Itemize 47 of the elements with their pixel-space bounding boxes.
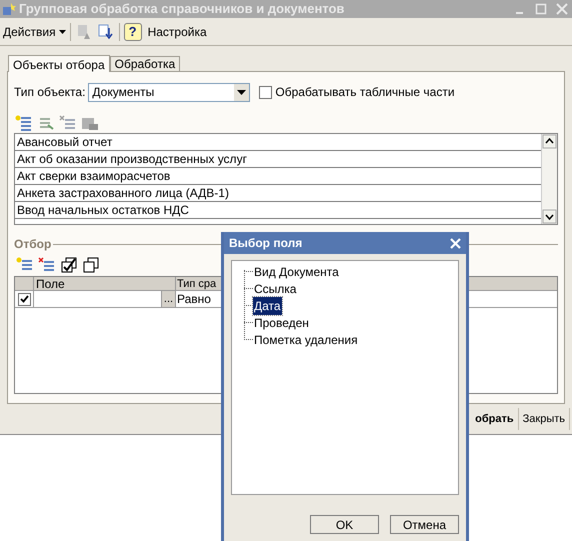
- checkbox[interactable]: [18, 292, 30, 306]
- edit-row-icon[interactable]: [37, 115, 55, 131]
- scrollbar[interactable]: [541, 134, 557, 224]
- add-row-icon[interactable]: [16, 257, 34, 273]
- field-input[interactable]: ...: [34, 291, 176, 307]
- tree-item[interactable]: Вид Документа: [253, 262, 340, 280]
- check-icon: [20, 295, 28, 303]
- column-header: Поле: [34, 277, 176, 290]
- save-row-icon[interactable]: [81, 115, 99, 131]
- add-row-icon[interactable]: [15, 115, 33, 131]
- dialog-button[interactable]: OK: [310, 515, 379, 534]
- column-header: Тип сра: [176, 277, 218, 290]
- tree-item[interactable]: Ссылка: [253, 280, 298, 298]
- scroll-up-icon[interactable]: [542, 134, 557, 149]
- object-type-dropdown[interactable]: Документы: [88, 82, 250, 102]
- object-type-label: Тип объекта:: [14, 84, 86, 101]
- caret-icon: [58, 30, 66, 34]
- table-cell-text: Равно: [176, 291, 212, 307]
- document-down-icon[interactable]: [96, 22, 115, 40]
- scroll-down-icon[interactable]: [542, 209, 557, 224]
- filter-group-title: Отбор: [14, 236, 52, 253]
- check-all-icon[interactable]: [60, 257, 78, 273]
- tree-item[interactable]: Дата: [253, 296, 282, 314]
- select-button[interactable]: ...: [161, 291, 175, 307]
- checkbox[interactable]: [259, 86, 272, 98]
- list-row[interactable]: Ввод начальных остатков НДС: [15, 202, 541, 219]
- tree-item[interactable]: Проведен: [253, 314, 310, 332]
- tab[interactable]: Обработка: [110, 56, 180, 71]
- dialog-button[interactable]: Отмена: [390, 515, 459, 534]
- dialog-title: Выбор поля: [229, 235, 304, 252]
- list-row[interactable]: Авансовый отчет: [15, 134, 541, 151]
- app-icon: [2, 2, 16, 16]
- list-row[interactable]: Анкета застрахованного лица (АДВ-1): [15, 185, 541, 202]
- tab[interactable]: Объекты отбора: [8, 55, 110, 72]
- help-button[interactable]: ?: [124, 22, 142, 40]
- process-tabular-parts-label: Обрабатывать табличные части: [275, 84, 455, 101]
- list-row[interactable]: Акт сверки взаиморасчетов: [15, 168, 541, 185]
- delete-row-icon[interactable]: [38, 257, 56, 273]
- window-title: Групповая обработка справочников и документов: [19, 0, 344, 18]
- action-button[interactable]: Закрыть: [518, 408, 570, 430]
- uncheck-all-icon[interactable]: [82, 257, 100, 273]
- action-button[interactable]: обрать: [471, 408, 519, 430]
- delete-row-icon[interactable]: [59, 115, 77, 131]
- actions-menu[interactable]: Действия: [3, 22, 66, 40]
- settings-button[interactable]: Настройка: [146, 22, 209, 40]
- list-row[interactable]: Акт об оказании производственных услуг: [15, 151, 541, 168]
- tree-item[interactable]: Пометка удаления: [253, 330, 359, 348]
